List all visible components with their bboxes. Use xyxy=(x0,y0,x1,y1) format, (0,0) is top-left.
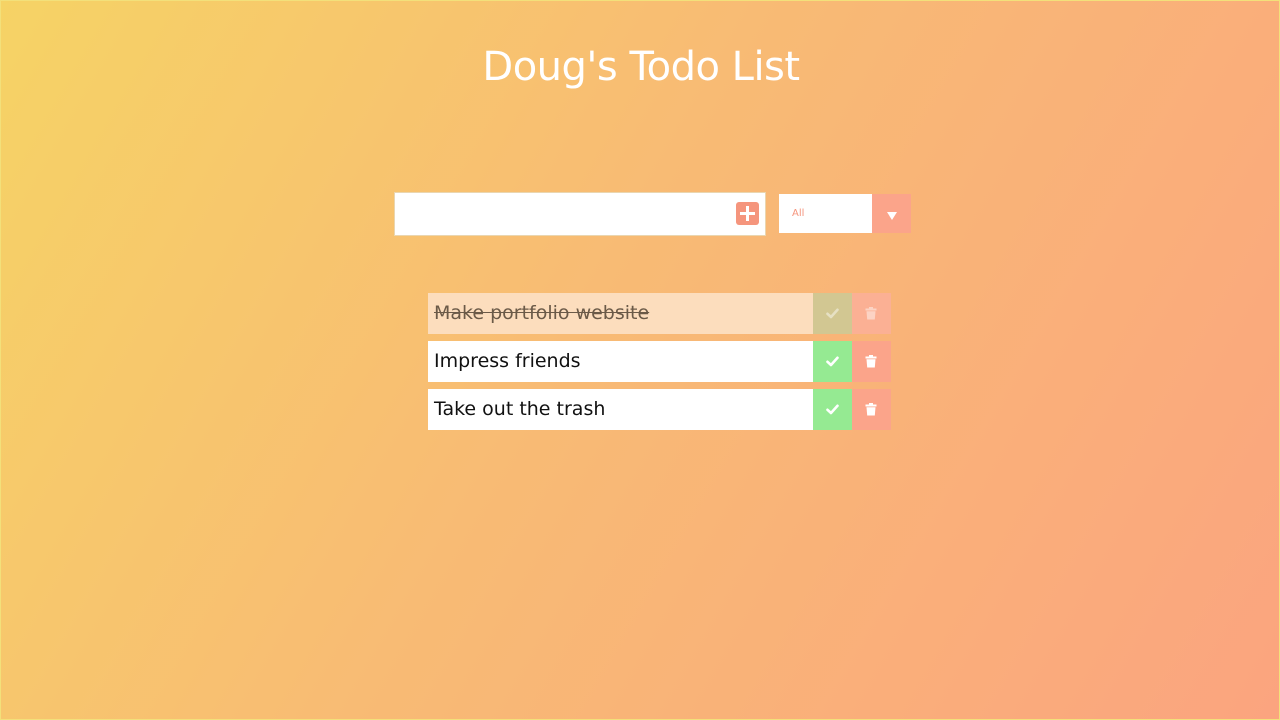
filter-dropdown-button[interactable] xyxy=(872,194,911,233)
todo-list: Make portfolio website Impress friends T… xyxy=(428,293,891,437)
todo-item: Make portfolio website xyxy=(428,293,891,334)
todo-text: Take out the trash xyxy=(428,389,813,430)
trash-icon xyxy=(865,307,877,320)
todo-text: Make portfolio website xyxy=(428,293,813,334)
filter-select[interactable]: All xyxy=(779,194,911,233)
trash-icon xyxy=(865,355,877,368)
todo-item: Take out the trash xyxy=(428,389,891,430)
todo-input[interactable] xyxy=(395,193,725,235)
check-icon xyxy=(826,308,839,319)
complete-button[interactable] xyxy=(813,341,852,382)
todo-text: Impress friends xyxy=(428,341,813,382)
delete-button[interactable] xyxy=(852,389,891,430)
filter-selected-value: All xyxy=(792,208,805,219)
check-icon xyxy=(826,356,839,367)
todo-form xyxy=(394,192,766,236)
complete-button[interactable] xyxy=(813,389,852,430)
caret-down-icon xyxy=(887,212,897,220)
check-icon xyxy=(826,404,839,415)
complete-button[interactable] xyxy=(813,293,852,334)
add-todo-button[interactable] xyxy=(736,202,759,225)
trash-icon xyxy=(865,403,877,416)
delete-button[interactable] xyxy=(852,341,891,382)
page-title: Doug's Todo List xyxy=(482,44,800,90)
delete-button[interactable] xyxy=(852,293,891,334)
todo-item: Impress friends xyxy=(428,341,891,382)
